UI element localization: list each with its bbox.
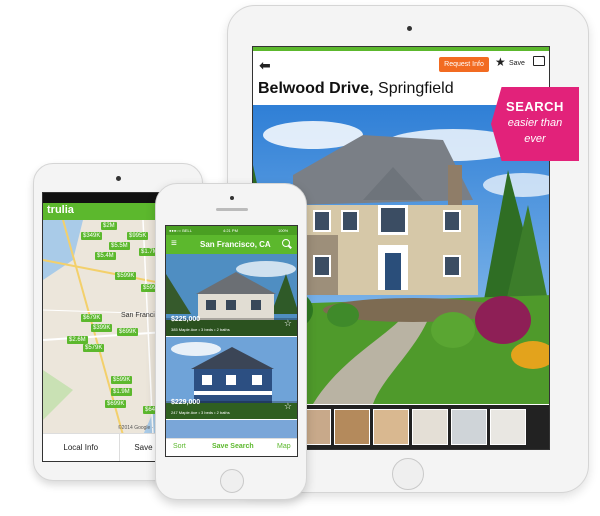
listing-card[interactable]: $225,000 385 Maple Ave • 3 beds • 2 bath… — [166, 254, 297, 336]
map-price-tag[interactable]: $349K — [81, 232, 103, 240]
listing-card-partial[interactable] — [166, 420, 297, 440]
thumbnail[interactable] — [451, 409, 487, 445]
share-icon[interactable] — [533, 50, 546, 66]
request-info-button[interactable]: Request Info — [439, 57, 489, 72]
map-price-tag[interactable]: $1.9M — [111, 388, 132, 396]
tablet-topbar: ⬅ Request Info ★ Save — [253, 47, 549, 81]
map-price-tag[interactable]: $995K — [127, 232, 149, 240]
map-price-tag[interactable]: $5.5M — [109, 242, 130, 250]
iphone-app-bar: ≡ San Francisco, CA — [166, 235, 297, 254]
badge-line-3: ever — [524, 133, 546, 145]
favorite-star-icon[interactable]: ☆ — [284, 401, 292, 412]
local-info-button[interactable]: Local Info — [43, 434, 119, 461]
thumbnail[interactable] — [373, 409, 409, 445]
badge-line-1: SEARCH — [506, 99, 564, 114]
star-icon[interactable]: ★ — [495, 55, 506, 69]
iphone-camera — [230, 196, 234, 200]
map-price-tag[interactable]: $679K — [81, 314, 103, 322]
menu-icon[interactable]: ≡ — [171, 238, 177, 249]
listing-address: 385 Maple Ave • 3 beds • 2 baths — [171, 327, 230, 332]
badge-line-2: easier than — [507, 117, 563, 129]
map-price-tag[interactable]: $2.6M — [67, 336, 88, 344]
listing-street: Belwood Drive, — [258, 80, 374, 97]
map-price-tag[interactable]: $2M — [101, 222, 117, 230]
thumbnail[interactable] — [412, 409, 448, 445]
sort-button[interactable]: Sort — [173, 443, 186, 450]
map-button[interactable]: Map — [277, 443, 291, 450]
listing-photo — [166, 254, 297, 336]
listing-price: $229,000 — [171, 399, 201, 406]
listing-photo — [166, 337, 297, 419]
iphone-bottom-bar: Sort Save Search Map — [166, 438, 297, 456]
iphone-speaker — [216, 208, 248, 211]
map-price-tag[interactable]: $699K — [105, 400, 127, 408]
listing-price: $225,000 — [171, 316, 201, 323]
clock-label: 4:21 PM — [223, 228, 238, 233]
location-title: San Francisco, CA — [200, 240, 271, 249]
listing-address: 247 Maple Ave • 3 beds • 2 baths — [171, 410, 230, 415]
map-price-tag[interactable]: $599K — [115, 272, 137, 280]
listing-title: Belwood Drive, Springfield — [258, 80, 454, 98]
iphone-home-button[interactable] — [220, 469, 244, 493]
iphone-screen: ●●●○○ BELL 4:21 PM 100% ≡ San Francisco,… — [165, 225, 298, 457]
map-price-tag[interactable]: $599K — [111, 376, 133, 384]
favorite-star-icon[interactable]: ☆ — [284, 318, 292, 329]
map-price-tag[interactable]: $579K — [83, 344, 105, 352]
map-price-tag[interactable]: $699K — [117, 328, 139, 336]
carrier-label: ●●●○○ BELL — [169, 228, 192, 233]
iphone-status-bar: ●●●○○ BELL 4:21 PM 100% — [166, 226, 297, 235]
battery-label: 100% — [278, 228, 289, 233]
tablet-home-button[interactable] — [392, 458, 424, 490]
back-arrow-icon[interactable]: ⬅ — [259, 57, 271, 74]
listing-city: Springfield — [378, 80, 454, 97]
save-search-button[interactable]: Save Search — [212, 443, 254, 450]
search-icon[interactable] — [282, 239, 290, 247]
listing-card[interactable]: $229,000 247 Maple Ave • 3 beds • 2 bath… — [166, 337, 297, 419]
search-promo-badge: SEARCH easier than ever — [491, 87, 579, 161]
map-price-tag[interactable]: $5.4M — [95, 252, 116, 260]
map-price-tag[interactable]: $399K — [91, 324, 113, 332]
iphone-device: ●●●○○ BELL 4:21 PM 100% ≡ San Francisco,… — [155, 183, 307, 500]
android-camera — [116, 176, 121, 181]
thumbnail[interactable] — [490, 409, 526, 445]
save-button[interactable]: Save — [509, 60, 525, 67]
trulia-logo: trulia — [47, 204, 74, 216]
thumbnail[interactable] — [334, 409, 370, 445]
tablet-camera — [407, 26, 412, 31]
